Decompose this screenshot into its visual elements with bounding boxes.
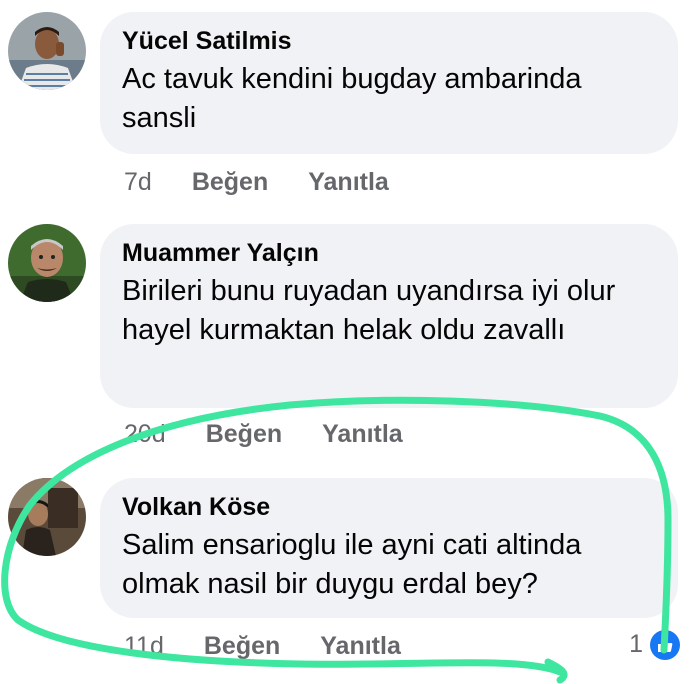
comment-actions: 7d Beğen Yanıtla [124,168,389,197]
comments-thread: Yücel Satilmis Ac tavuk kendini bugday a… [0,0,700,684]
thumbs-up-icon [650,630,680,661]
reply-button[interactable]: Yanıtla [308,168,389,197]
comment-bubble: Muammer Yalçın Birileri bunu ruyadan uya… [100,224,678,408]
avatar[interactable] [8,12,86,90]
reaction-summary[interactable]: 1 [629,630,680,661]
reaction-count: 1 [629,630,644,658]
comment-author[interactable]: Yücel Satilmis [122,26,656,56]
like-button[interactable]: Beğen [204,632,280,661]
comment-text: Salim ensarioglu ile ayni cati altinda o… [122,529,582,600]
avatar[interactable] [8,224,86,302]
comment-timestamp[interactable]: 7d [124,168,152,197]
comment-actions: 11d Beğen Yanıtla [124,632,401,661]
like-button[interactable]: Beğen [192,168,268,197]
comment-bubble: Yücel Satilmis Ac tavuk kendini bugday a… [100,12,678,154]
comment-author[interactable]: Muammer Yalçın [122,238,656,268]
comment-text: Ac tavuk kendini bugday ambarinda sansli [122,63,582,134]
comment-timestamp[interactable]: 11d [124,632,164,661]
comment-author[interactable]: Volkan Köse [122,492,656,522]
reply-button[interactable]: Yanıtla [320,632,401,661]
comment-timestamp[interactable]: 20d [124,420,166,449]
comment-bubble: Volkan Köse Salim ensarioglu ile ayni ca… [100,478,678,618]
avatar[interactable] [8,478,86,556]
comment-text: Birileri bunu ruyadan uyandırsa iyi olur… [122,275,616,346]
reply-button[interactable]: Yanıtla [322,420,403,449]
like-button[interactable]: Beğen [206,420,282,449]
comment-actions: 20d Beğen Yanıtla [124,420,403,449]
